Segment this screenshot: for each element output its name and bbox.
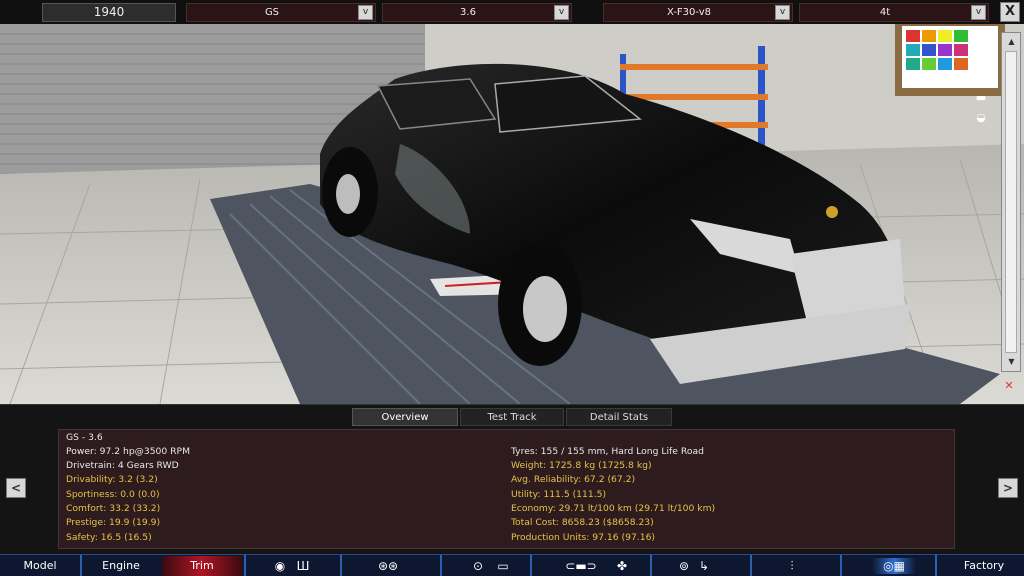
engine-select-label: X-F30-v8 (666, 7, 712, 18)
nav-divider (935, 555, 937, 576)
nav-divider (650, 555, 652, 576)
stat-tyres: Tyres: 155 / 155 mm, Hard Long Life Road (511, 446, 704, 457)
suspension-icon[interactable]: ⫶ (784, 558, 800, 574)
nav-model[interactable]: Model (0, 556, 80, 576)
test-icon[interactable]: ◎▦ (872, 558, 916, 574)
steering-icon[interactable]: ⊚ (674, 558, 694, 574)
tyre-icon[interactable]: ⊙ (468, 558, 488, 574)
stat-sportiness: Sportiness: 0.0 (0.0) (66, 489, 160, 500)
stat-total-cost: Total Cost: 8658.23 ($8658.23) (511, 517, 654, 528)
chevron-down-icon[interactable]: v (554, 5, 569, 20)
tab-test-track[interactable]: Test Track (460, 408, 564, 426)
car-side-icon[interactable]: ▭ (968, 72, 994, 84)
fan-icon[interactable]: ✤ (612, 558, 632, 574)
stat-production-units: Production Units: 97.16 (97.16) (511, 532, 655, 543)
stat-safety: Safety: 16.5 (16.5) (66, 532, 152, 543)
trim-select[interactable]: 3.6 v (382, 3, 572, 22)
scroll-track[interactable] (1005, 51, 1017, 353)
body-icon[interactable]: ▭ (488, 558, 518, 574)
nav-divider (244, 555, 246, 576)
gearbox-icon[interactable]: Ш (292, 558, 314, 574)
next-button[interactable]: > (998, 478, 1018, 498)
car-front-icon[interactable]: ▬ (968, 52, 994, 64)
stat-power: Power: 97.2 hp@3500 RPM (66, 446, 191, 457)
camera-icon[interactable]: ◉ (968, 32, 994, 44)
nav-divider (750, 555, 752, 576)
wheel-icon[interactable]: ◉ (270, 558, 290, 574)
view-scrollbar[interactable]: ▲ ▼ (1001, 32, 1021, 372)
car-rear-icon[interactable]: ◒ (968, 112, 994, 124)
stat-drivability: Drivability: 3.2 (3.2) (66, 474, 158, 485)
stat-drivetrain: Drivetrain: 4 Gears RWD (66, 460, 179, 471)
stats-panel: GS - 3.6 Power: 97.2 hp@3500 RPM Drivetr… (58, 429, 955, 549)
year-field[interactable]: 1940 (42, 3, 176, 22)
model-select-label: GS (264, 7, 280, 18)
chevron-down-icon[interactable]: v (775, 5, 790, 20)
seat-icon[interactable]: ↳ (696, 558, 712, 574)
nav-divider (530, 555, 532, 576)
chevron-down-icon[interactable]: v (358, 5, 373, 20)
tab-overview[interactable]: Overview (352, 408, 458, 426)
stat-economy: Economy: 29.71 lt/100 km (29.71 lt/100 k… (511, 503, 716, 514)
scroll-down-icon[interactable]: ▼ (1004, 355, 1019, 369)
stat-reliability: Avg. Reliability: 67.2 (67.2) (511, 474, 636, 485)
nav-divider (440, 555, 442, 576)
close-button[interactable]: X (1000, 2, 1020, 22)
stat-prestige: Prestige: 19.9 (19.9) (66, 517, 161, 528)
garage-scene (0, 24, 1024, 404)
nav-factory[interactable]: Factory (944, 556, 1024, 576)
detail-tabs: Overview Test Track Detail Stats (0, 404, 1024, 426)
chevron-down-icon[interactable]: v (971, 5, 986, 20)
bottom-nav: Model Engine Trim ◉ Ш ⊛⊛ ⊙ ▭ ⊂▬⊃ ✤ ⊚ ↳ ⫶… (0, 554, 1024, 576)
tab-detail-stats[interactable]: Detail Stats (566, 408, 672, 426)
stat-weight: Weight: 1725.8 kg (1725.8 kg) (511, 460, 652, 471)
scroll-up-icon[interactable]: ▲ (1004, 35, 1019, 49)
trim-select-label: 3.6 (460, 7, 476, 18)
nav-divider (840, 555, 842, 576)
car-icon[interactable]: ⊂▬⊃ (556, 558, 606, 574)
engine-variant-select[interactable]: 4t v (799, 3, 989, 22)
brakes-icon[interactable]: ⊛⊛ (372, 558, 404, 574)
model-select[interactable]: GS v (186, 3, 376, 22)
engine-select[interactable]: X-F30-v8 v (603, 3, 793, 22)
car-viewport[interactable]: ◉ ▬ ▭ ▬ ◒ ▲ ▼ ✕ (0, 24, 1024, 404)
nav-trim[interactable]: Trim (162, 556, 242, 576)
stat-title: GS - 3.6 (66, 432, 103, 443)
top-bar: 1940 GS v 3.6 v X-F30-v8 v 4t v X (0, 0, 1024, 24)
stat-comfort: Comfort: 33.2 (33.2) (66, 503, 161, 514)
truck-icon[interactable]: ▬ (968, 92, 994, 104)
prev-button[interactable]: < (6, 478, 26, 498)
engine-variant-select-label: 4t (879, 7, 891, 18)
nav-divider (340, 555, 342, 576)
stat-utility: Utility: 111.5 (111.5) (511, 489, 607, 500)
nav-engine[interactable]: Engine (82, 556, 160, 576)
rotate-icon[interactable]: ✕ (996, 380, 1022, 392)
